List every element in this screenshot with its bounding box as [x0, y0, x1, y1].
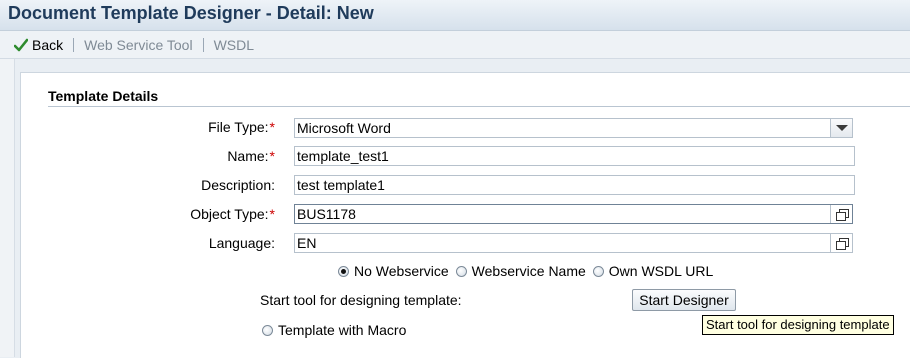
- radio-label: Own WSDL URL: [608, 263, 714, 279]
- value-help-icon: [835, 237, 849, 250]
- section-title: Template Details: [48, 88, 910, 107]
- radio-label: Webservice Name: [471, 263, 586, 279]
- title-bar: Document Template Designer - Detail: New: [0, 0, 910, 31]
- value-help-icon: [835, 208, 849, 221]
- object-type-field[interactable]: BUS1178: [294, 204, 853, 224]
- file-type-label: File Type:*: [208, 119, 275, 135]
- required-marker: *: [269, 148, 275, 164]
- radio-label: No Webservice: [354, 263, 449, 279]
- webservice-radio-group: No Webservice Webservice Name Own WSDL U…: [338, 263, 720, 279]
- toolbar: Back Web Service Tool WSDL: [0, 31, 910, 59]
- value-help-button[interactable]: [830, 234, 852, 252]
- wsdl-button[interactable]: WSDL: [204, 31, 264, 58]
- object-type-label: Object Type:*: [190, 206, 275, 222]
- back-button[interactable]: Back: [0, 31, 73, 58]
- language-label: Language:: [208, 235, 275, 251]
- macro-label: Template with Macro: [278, 322, 407, 338]
- tooltip: Start tool for designing template: [702, 315, 894, 335]
- radio-no-webservice[interactable]: No Webservice: [338, 263, 449, 279]
- start-designer-button[interactable]: Start Designer: [632, 289, 736, 311]
- object-type-value: BUS1178: [297, 206, 356, 222]
- description-label: Description:: [201, 177, 275, 193]
- radio-icon: [592, 265, 604, 277]
- back-button-label: Back: [32, 36, 64, 53]
- file-type-select[interactable]: Microsoft Word: [294, 118, 853, 138]
- name-label-row: Name:*: [0, 148, 275, 168]
- required-marker: *: [269, 119, 275, 135]
- description-label-row: Description:: [0, 177, 275, 197]
- radio-template-with-macro[interactable]: Template with Macro: [262, 322, 406, 338]
- chevron-down-icon: [835, 125, 848, 131]
- checkmark-icon: [13, 38, 29, 52]
- radio-icon: [262, 324, 273, 336]
- radio-selected-icon: [338, 265, 349, 277]
- radio-webservice-name[interactable]: Webservice Name: [455, 263, 586, 279]
- page-title: Document Template Designer - Detail: New: [8, 3, 374, 23]
- radio-icon: [455, 265, 467, 277]
- value-help-button[interactable]: [830, 205, 852, 223]
- required-marker: *: [269, 206, 275, 222]
- language-value: EN: [297, 235, 317, 251]
- name-field[interactable]: template_test1: [294, 146, 855, 166]
- object-type-label-row: Object Type:*: [0, 206, 275, 226]
- language-field[interactable]: EN: [294, 233, 853, 253]
- file-type-label-row: File Type:*: [0, 119, 275, 139]
- dropdown-button[interactable]: [830, 119, 852, 137]
- designer-label: Start tool for designing template:: [260, 292, 462, 308]
- language-label-row: Language:: [0, 235, 275, 255]
- file-type-value: Microsoft Word: [297, 120, 391, 136]
- description-field[interactable]: test template1: [294, 175, 855, 195]
- name-label: Name:*: [227, 148, 275, 164]
- web-service-tool-button[interactable]: Web Service Tool: [74, 31, 202, 58]
- radio-own-wsdl-url[interactable]: Own WSDL URL: [592, 263, 714, 279]
